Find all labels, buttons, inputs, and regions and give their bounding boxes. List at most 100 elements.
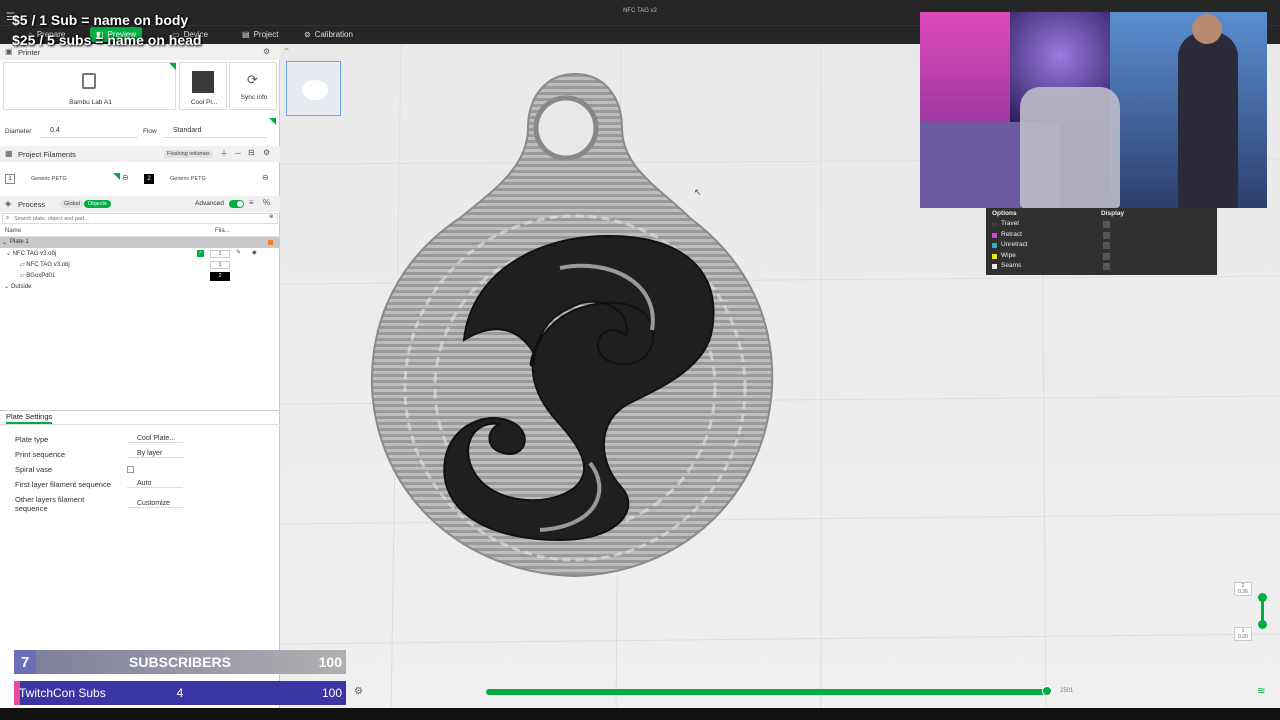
tree-part2-row[interactable]: ▱ BGoxPd01	[20, 272, 55, 279]
filament-2-swatch[interactable]: 2	[144, 174, 154, 184]
webcam-chair	[1020, 87, 1120, 208]
object-checkbox[interactable]: ✓	[197, 250, 204, 257]
layer-top-label: 2 0.36	[1234, 582, 1252, 596]
tree-object-row[interactable]: ⌄ NFC TAG v3.obj	[6, 250, 56, 257]
object-edit-icon[interactable]: ✎	[236, 249, 241, 256]
tree-part-row[interactable]: ▱ NFC TAG v3.obj	[20, 261, 70, 268]
plate-type-select[interactable]: Cool Plate...	[127, 435, 183, 443]
subscribers-label: SUBSCRIBERS	[129, 654, 231, 670]
twitchcon-count: 4	[176, 686, 184, 700]
plate-settings-tab[interactable]: Plate Settings	[6, 412, 53, 424]
compare-icon[interactable]: %	[263, 198, 270, 207]
advanced-switch[interactable]	[229, 200, 244, 208]
objects-toggle[interactable]: Objects	[84, 200, 111, 208]
legend-wipe: Wipe	[1001, 252, 1016, 259]
chevron-down-icon: ⌄	[2, 240, 8, 246]
bottom-border	[0, 708, 1280, 720]
search-icon: ⌕	[6, 215, 10, 221]
divider	[0, 424, 280, 425]
plate-label: Plate 1	[10, 239, 29, 245]
tab-calibration[interactable]: ⊚ Calibration	[298, 27, 359, 42]
filament-1-swatch[interactable]: 1	[5, 174, 15, 184]
part2-label: BGoxPd01	[26, 273, 56, 279]
gcode-legend: Options Display Travel Retract Unretract…	[986, 208, 1217, 275]
divider	[0, 410, 280, 411]
clear-search-icon[interactable]: ⊗	[269, 214, 274, 220]
collapse-sidebar-icon[interactable]: ⇔	[283, 46, 290, 53]
flow-select[interactable]: Standard	[163, 127, 267, 138]
legend-seams: Seams	[1001, 262, 1022, 269]
settings-icon[interactable]: ⚙	[354, 686, 363, 697]
part2-filament[interactable]: 2	[210, 272, 230, 281]
plate-type-label: Plate type	[15, 435, 49, 444]
part1-filament[interactable]: 1	[210, 261, 230, 269]
chevron-down-icon: ⌄	[4, 284, 10, 290]
filament-1-name[interactable]: Generic PETG	[31, 176, 67, 182]
legend-header: Options Display	[986, 208, 1217, 219]
move-slider-track[interactable]	[486, 689, 1048, 695]
legend-travel: Travel	[1001, 220, 1019, 227]
tree-outside-row[interactable]: ⌄ Outside	[4, 283, 31, 290]
webcam-overlay	[920, 12, 1267, 208]
printer-name: Bambu Lab A1	[69, 99, 112, 106]
plate-card[interactable]: Cool Pl...	[179, 62, 227, 110]
plate-thumbnail[interactable]	[286, 61, 341, 116]
list-icon[interactable]: ≡	[249, 198, 254, 207]
spiral-vase-checkbox[interactable]	[127, 466, 134, 473]
remove-filament-icon[interactable]: －	[234, 148, 242, 159]
gear-icon[interactable]: ⚙	[263, 47, 270, 56]
thumbnail-model	[302, 80, 328, 100]
subscribers-goal: 100	[318, 654, 342, 670]
plate-image	[192, 71, 214, 93]
first-layer-seq-select[interactable]: Auto	[127, 480, 183, 488]
filament-settings-icon[interactable]: ⚙	[263, 148, 270, 157]
print-sequence-select[interactable]: By layer	[127, 450, 183, 458]
plate-name: Cool Pl...	[190, 99, 218, 106]
sidebar: Printer ▣ ⚙ Bambu Lab A1 Cool Pl... ⟳ Sy…	[0, 44, 280, 720]
legend-retract-toggle[interactable]	[1103, 232, 1110, 239]
filament-icon: ▦	[5, 149, 13, 158]
sync-icon: ⟳	[247, 72, 258, 87]
legend-swatch-retract	[992, 233, 997, 238]
layers-icon[interactable]: ≋	[1257, 686, 1265, 697]
mouse-cursor-icon: ↖	[694, 187, 702, 197]
legend-seams-toggle[interactable]: ✓	[1103, 263, 1110, 270]
legend-swatch-wipe	[992, 254, 997, 259]
flushing-volumes-button[interactable]: Flushing volumes	[164, 150, 213, 158]
filament-2-name[interactable]: Generic PETG	[170, 176, 206, 182]
sync-info-button[interactable]: ⟳ Sync info	[229, 62, 277, 110]
layer-top-height: 0.36	[1238, 589, 1248, 595]
legend-unretract-toggle[interactable]	[1103, 242, 1110, 249]
other-layers-seq-select[interactable]: Customize	[127, 500, 183, 508]
flow-label: Flow	[143, 128, 157, 135]
object-filament[interactable]: 1	[210, 250, 230, 258]
object-label: NFC TAG v3.obj	[12, 251, 57, 257]
legend-wipe-toggle[interactable]	[1103, 253, 1110, 260]
tree-plate-row[interactable]: ⌄ Plate 1	[0, 237, 280, 248]
legend-travel-toggle[interactable]	[1103, 221, 1110, 228]
legend-retract: Retract	[1001, 231, 1022, 238]
search-box[interactable]: ⌕ ⊗	[2, 213, 278, 224]
part-icon: ▱	[20, 273, 25, 279]
legend-swatch-travel	[992, 222, 997, 227]
diameter-select[interactable]: 0.4	[40, 127, 138, 138]
add-filament-icon[interactable]: ＋	[220, 148, 228, 159]
tab-project[interactable]: ▤ Project	[236, 27, 284, 42]
filament-group-icon[interactable]: ⊟	[248, 148, 255, 157]
printer-card[interactable]: Bambu Lab A1	[3, 62, 176, 110]
legend-unretract: Unretract	[1001, 241, 1028, 248]
global-toggle[interactable]: Global	[60, 200, 84, 208]
advanced-label: Advanced	[195, 200, 224, 207]
printer-icon: ▣	[5, 47, 13, 56]
webcam-person	[1178, 32, 1238, 208]
printer-image	[82, 73, 96, 89]
part1-label: NFC TAG v3.obj	[26, 262, 70, 268]
move-slider-handle[interactable]	[1042, 686, 1052, 696]
legend-col-options: Options	[992, 210, 1017, 217]
filament-2-edit-icon[interactable]: ⊖	[262, 173, 269, 182]
object-paint-icon[interactable]: ◆	[252, 249, 257, 256]
layer-bottom-handle[interactable]	[1258, 620, 1267, 629]
tag-hole	[533, 95, 599, 161]
filament-1-edit-icon[interactable]: ⊖	[122, 173, 129, 182]
search-input[interactable]	[14, 214, 264, 223]
